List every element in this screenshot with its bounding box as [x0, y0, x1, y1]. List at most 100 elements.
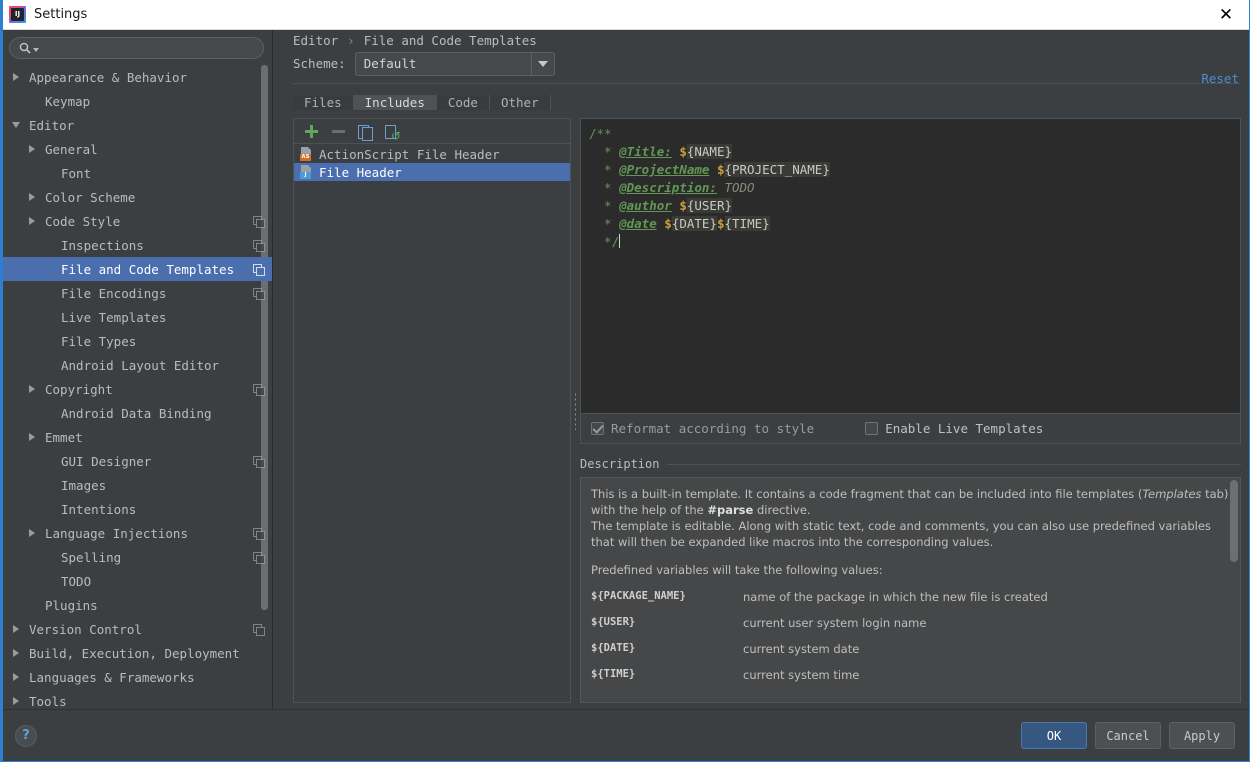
sidebar-item-todo[interactable]: TODO [1, 569, 272, 593]
sidebar-item-label: File Types [61, 333, 137, 349]
help-icon[interactable]: ? [15, 724, 37, 747]
variable-description: current system time [743, 668, 860, 682]
code-token-dollar: $ [679, 144, 687, 159]
copy-settings-icon [253, 239, 265, 252]
scheme-select[interactable]: Default [354, 51, 555, 76]
template-list-item[interactable]: J File Header [294, 163, 570, 181]
add-icon[interactable] [304, 124, 319, 139]
live-templates-checkbox-row[interactable]: Enable Live Templates [865, 421, 1043, 436]
sidebar-item-font[interactable]: Font [1, 161, 272, 185]
template-list-item[interactable]: AS ActionScript File Header [294, 145, 570, 163]
sidebar-item-language-injections[interactable]: Language Injections [1, 521, 272, 545]
sidebar-item-version-control[interactable]: Version Control [1, 617, 272, 641]
sidebar-item-build-execution-deployment[interactable]: Build, Execution, Deployment [1, 641, 272, 665]
reformat-checkbox-row[interactable]: Reformat according to style [591, 421, 814, 436]
variable-name: ${DATE} [591, 642, 636, 654]
sidebar-item-label: Live Templates [61, 309, 167, 325]
window-left-edge [1, 0, 3, 761]
code-token-dollar: $ [716, 216, 725, 231]
sidebar-item-label: Intentions [61, 501, 137, 517]
variable-description: name of the package in which the new fil… [743, 590, 1048, 604]
copy-icon[interactable] [358, 124, 373, 141]
search-input[interactable] [41, 41, 254, 55]
variable-row: ${PACKAGE_NAME} name of the package in wh… [591, 590, 1230, 604]
description-scrollbar-thumb[interactable] [1230, 480, 1238, 562]
scheme-row: Scheme: Default [293, 51, 1241, 76]
sidebar-item-android-data-binding[interactable]: Android Data Binding [1, 401, 272, 425]
apply-button[interactable]: Apply [1169, 722, 1235, 749]
reset-link[interactable]: Reset [1201, 71, 1239, 86]
chevron-right-icon[interactable] [9, 697, 23, 705]
window-title: Settings [34, 7, 88, 22]
search-box[interactable] [9, 37, 264, 59]
live-templates-checkbox[interactable] [865, 422, 879, 435]
description-paragraph: This is a built-in template. It contains… [591, 487, 1229, 517]
chevron-down-icon[interactable] [9, 122, 23, 128]
copy-settings-icon [253, 263, 265, 276]
sidebar-item-appearance-behavior[interactable]: Appearance & Behavior [1, 65, 272, 89]
template-list: AS ActionScript File Header J File Header [294, 144, 570, 702]
tab-other[interactable]: Other [489, 94, 551, 110]
remove-icon[interactable] [331, 124, 346, 139]
sidebar-item-spelling[interactable]: Spelling [1, 545, 272, 569]
sidebar-item-languages-frameworks[interactable]: Languages & Frameworks [1, 665, 272, 689]
copy-settings-icon [253, 455, 265, 468]
variable-name: ${PACKAGE_NAME} [591, 590, 686, 602]
chevron-down-icon[interactable] [530, 52, 554, 75]
reset-icon[interactable] [385, 124, 401, 142]
sidebar-item-label: General [45, 141, 98, 157]
sidebar-item-general[interactable]: General [1, 137, 272, 161]
code-token-tag: @date [619, 216, 657, 231]
sidebar-item-color-scheme[interactable]: Color Scheme [1, 185, 272, 209]
sidebar-item-plugins[interactable]: Plugins [1, 593, 272, 617]
cancel-button[interactable]: Cancel [1095, 722, 1161, 749]
sidebar-item-file-and-code-templates[interactable]: File and Code Templates [1, 257, 272, 281]
sidebar-item-keymap[interactable]: Keymap [1, 89, 272, 113]
sidebar-item-file-types[interactable]: File Types [1, 329, 272, 353]
sidebar-item-android-layout-editor[interactable]: Android Layout Editor [1, 353, 272, 377]
sidebar-item-editor[interactable]: Editor [1, 113, 272, 137]
sidebar-item-label: Appearance & Behavior [29, 69, 188, 85]
search-options-chevron-icon[interactable] [33, 48, 39, 52]
chevron-right-icon[interactable] [9, 649, 23, 657]
chevron-right-icon[interactable] [25, 145, 39, 153]
chevron-right-icon[interactable] [25, 385, 39, 393]
tab-includes[interactable]: Includes [353, 94, 437, 110]
description-header: Description [580, 457, 1241, 471]
tab-files[interactable]: Files [293, 94, 354, 110]
sidebar-item-gui-designer[interactable]: GUI Designer [1, 449, 272, 473]
sidebar-item-label: Copyright [45, 381, 113, 397]
variable-row: ${USER} current user system login name [591, 616, 1230, 630]
code-token-varname: {USER} [686, 198, 733, 213]
pane-splitter[interactable] [571, 118, 580, 703]
chevron-right-icon[interactable] [9, 625, 23, 633]
ok-button[interactable]: OK [1021, 722, 1087, 749]
sidebar-item-emmet[interactable]: Emmet [1, 425, 272, 449]
chevron-right-icon[interactable] [25, 193, 39, 201]
chevron-right-icon[interactable] [25, 529, 39, 537]
template-code-editor[interactable]: /** * @Title: ${NAME} * @ProjectName ${P… [580, 118, 1241, 414]
sidebar-item-intentions[interactable]: Intentions [1, 497, 272, 521]
divider [293, 82, 1241, 84]
sidebar-item-live-templates[interactable]: Live Templates [1, 305, 272, 329]
tab-code[interactable]: Code [436, 94, 490, 110]
chevron-right-icon[interactable] [25, 217, 39, 225]
breadcrumb-parent[interactable]: Editor [293, 33, 338, 48]
reformat-checkbox[interactable] [591, 422, 604, 435]
code-token-cmt: * [589, 144, 620, 159]
sidebar-item-label: Plugins [45, 597, 98, 613]
sidebar-item-images[interactable]: Images [1, 473, 272, 497]
variable-row: ${TIME} current system time [591, 668, 1230, 682]
sidebar-item-copyright[interactable]: Copyright [1, 377, 272, 401]
sidebar-item-inspections[interactable]: Inspections [1, 233, 272, 257]
chevron-right-icon[interactable] [25, 433, 39, 441]
sidebar-item-file-encodings[interactable]: File Encodings [1, 281, 272, 305]
description-paragraph: The template is editable. Along with sta… [591, 519, 1211, 549]
sidebar-item-code-style[interactable]: Code Style [1, 209, 272, 233]
code-token-cmt: * [589, 198, 620, 213]
breadcrumb-current: File and Code Templates [363, 33, 537, 49]
chevron-right-icon[interactable] [9, 673, 23, 681]
chevron-right-icon[interactable] [9, 73, 23, 81]
close-icon[interactable]: ✕ [1203, 0, 1249, 30]
sidebar-item-tools[interactable]: Tools [1, 689, 272, 709]
